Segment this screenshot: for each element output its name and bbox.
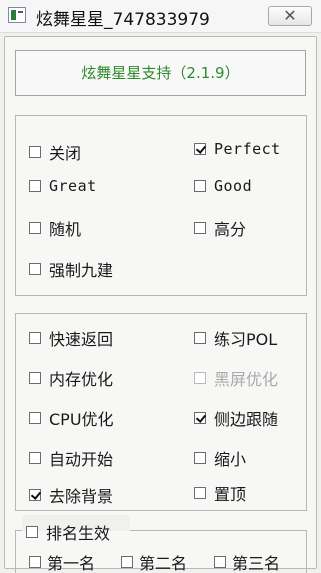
checkbox-box[interactable] <box>29 556 41 568</box>
checkbox-label: 关闭 <box>49 144 82 163</box>
checkbox-side-follow[interactable]: 侧边跟随 <box>194 406 278 430</box>
checkbox-label: 内存优化 <box>49 370 114 389</box>
checkbox-close[interactable]: 关闭 <box>29 140 81 164</box>
checkbox-high-score[interactable]: 高分 <box>194 216 246 240</box>
close-icon: ✕ <box>283 6 297 25</box>
checkbox-label: 快速返回 <box>49 330 114 349</box>
checkbox-good[interactable]: Good <box>194 177 252 195</box>
checkbox-box[interactable] <box>194 222 206 234</box>
checkbox-great[interactable]: Great <box>29 177 97 195</box>
checkbox-label: 自动开始 <box>49 450 114 469</box>
checkbox-box <box>194 372 206 384</box>
checkbox-box[interactable] <box>194 452 206 464</box>
checkbox-memory-optimize[interactable]: 内存优化 <box>29 366 113 390</box>
main-window: 炫舞星星_747833979 ✕ 炫舞星星支持（2.1.9） 关闭 Perfec… <box>0 0 321 573</box>
checkbox-label: Good <box>214 177 253 195</box>
checkbox-rank-first[interactable]: 第一名 <box>29 550 95 573</box>
checkbox-minimize[interactable]: 缩小 <box>194 446 246 470</box>
checkbox-perfect[interactable]: Perfect <box>194 140 281 158</box>
app-icon <box>8 7 26 23</box>
checkbox-box[interactable] <box>29 180 41 192</box>
checkbox-box[interactable] <box>29 263 41 275</box>
checkbox-label: 缩小 <box>214 450 247 469</box>
checkbox-box[interactable] <box>214 556 226 568</box>
checkbox-label: 随机 <box>49 220 82 239</box>
checkbox-box[interactable] <box>194 180 206 192</box>
checkbox-box[interactable] <box>26 526 38 538</box>
title-bar[interactable]: 炫舞星星_747833979 ✕ <box>0 0 321 33</box>
checkbox-label: Perfect <box>214 140 281 158</box>
checkbox-label: 置顶 <box>214 485 247 504</box>
checkbox-rank-third[interactable]: 第三名 <box>214 550 280 573</box>
checkbox-box[interactable] <box>29 332 41 344</box>
checkbox-force-nine[interactable]: 强制九建 <box>29 257 113 281</box>
checkbox-label: 黑屏优化 <box>214 370 279 389</box>
window-title: 炫舞星星_747833979 <box>36 10 210 30</box>
checkbox-box[interactable] <box>29 146 41 158</box>
checkbox-auto-start[interactable]: 自动开始 <box>29 446 113 470</box>
checkbox-box[interactable] <box>29 489 41 501</box>
checkbox-label: 第一名 <box>47 554 96 573</box>
checkbox-black-screen-optimize: 黑屏优化 <box>194 366 278 390</box>
checkbox-label: Great <box>49 177 97 195</box>
checkbox-box[interactable] <box>194 412 206 424</box>
checkbox-always-on-top[interactable]: 置顶 <box>194 481 246 505</box>
checkbox-box[interactable] <box>29 412 41 424</box>
checkbox-remove-background[interactable]: 去除背景 <box>29 483 113 507</box>
checkbox-label: 侧边跟随 <box>214 410 279 429</box>
checkbox-label: 第二名 <box>139 554 188 573</box>
version-label: 炫舞星星支持（2.1.9） <box>15 50 306 96</box>
checkbox-label: 练习POL <box>214 330 278 349</box>
checkbox-cpu-optimize[interactable]: CPU优化 <box>29 406 114 430</box>
checkbox-label: CPU优化 <box>49 410 114 429</box>
checkbox-rank-second[interactable]: 第二名 <box>121 550 187 573</box>
checkbox-box[interactable] <box>29 452 41 464</box>
checkbox-label: 高分 <box>214 220 247 239</box>
checkbox-box[interactable] <box>29 372 41 384</box>
checkbox-label: 第三名 <box>232 554 281 573</box>
checkbox-quick-return[interactable]: 快速返回 <box>29 326 113 350</box>
checkbox-practice-pol[interactable]: 练习POL <box>194 326 277 350</box>
version-text: 炫舞星星支持（2.1.9） <box>81 64 240 82</box>
checkbox-label: 排名生效 <box>46 524 111 543</box>
checkbox-box[interactable] <box>194 332 206 344</box>
checkbox-box[interactable] <box>194 487 206 499</box>
checkbox-box[interactable] <box>29 222 41 234</box>
checkbox-box[interactable] <box>121 556 133 568</box>
checkbox-random[interactable]: 随机 <box>29 216 81 240</box>
checkbox-label: 去除背景 <box>49 487 114 506</box>
checkbox-ranking-enabled[interactable]: 排名生效 <box>26 520 110 544</box>
checkbox-box[interactable] <box>194 143 206 155</box>
checkbox-label: 强制九建 <box>49 261 114 280</box>
close-button[interactable]: ✕ <box>268 6 312 26</box>
